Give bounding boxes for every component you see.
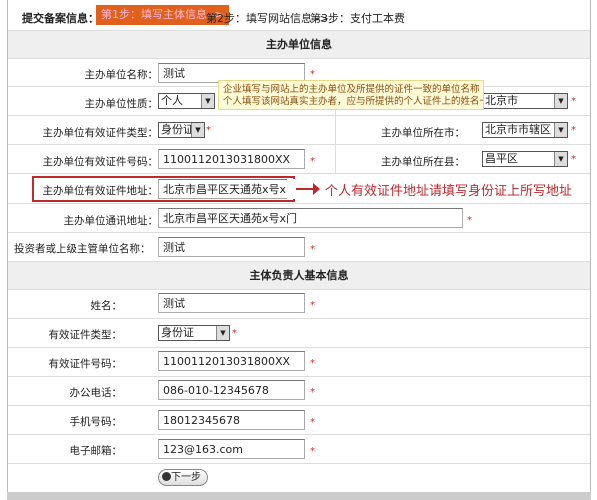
tooltip-line-2: 个人填写该网站真实主办者，应与所提供的个人证件上的姓名一致: [223, 96, 484, 107]
required-mark: *: [310, 417, 315, 428]
person-cert-type-label: 有效证件类型：: [48, 329, 123, 341]
required-mark: *: [571, 125, 576, 136]
step-3: 第3步：支付工本费: [310, 12, 405, 25]
unit-mail-addr-input[interactable]: 北京市昌平区天通苑x号x门: [158, 208, 463, 228]
required-mark: *: [571, 154, 576, 165]
steps-title: 提交备案信息：: [22, 12, 99, 25]
unit-cert-type-value: 身份证: [161, 123, 194, 136]
unit-county-value: 昌平区: [485, 152, 518, 165]
chevron-down-icon: ▼: [216, 326, 229, 340]
required-mark: *: [467, 215, 472, 226]
chevron-down-icon: ▼: [191, 123, 204, 137]
province-select[interactable]: 北京市 ▼: [482, 93, 568, 109]
unit-cert-no-input[interactable]: 1100112013031800XX: [158, 149, 305, 169]
required-mark: *: [232, 328, 237, 339]
person-cert-type-value: 身份证: [161, 326, 194, 339]
person-name-label: 姓名：: [90, 300, 123, 312]
chevron-down-icon: ▼: [554, 94, 567, 108]
office-phone-label: 办公电话：: [69, 387, 123, 399]
person-cert-type-select[interactable]: 身份证 ▼: [158, 325, 230, 341]
chevron-down-icon: ▼: [201, 94, 214, 108]
required-mark: *: [571, 96, 576, 107]
steps-bar: 提交备案信息： 第1步：填写主体信息 -> 第2步：填写网站信息 -> 第3步：…: [8, 0, 590, 31]
unit-city-value: 北京市市辖区: [485, 123, 551, 136]
required-mark: *: [310, 300, 315, 311]
tooltip: 企业填写与网站上的主办单位及所提供的证件一致的单位名称 个人填写该网站真实主办者…: [218, 80, 484, 110]
unit-mail-addr-label: 主办单位通讯地址：: [63, 215, 159, 227]
unit-county-label: 主办单位所在县：: [381, 156, 465, 168]
unit-nature-label: 主办单位性质：: [84, 98, 159, 110]
address-annotation: 个人有效证件地址请填写身份证上所写地址: [325, 184, 573, 199]
bottom-bar: [7, 492, 591, 500]
person-cert-no-label: 有效证件号码：: [48, 358, 123, 370]
email-input[interactable]: 123@163.com: [158, 439, 305, 459]
chevron-down-icon: ▼: [554, 152, 567, 166]
mobile-label: 手机号码：: [69, 416, 123, 428]
next-step-label: 下一步: [171, 472, 201, 483]
unit-cert-type-label: 主办单位有效证件类型：: [42, 127, 159, 139]
person-name-input[interactable]: 测试: [158, 293, 305, 313]
unit-nature-select[interactable]: 个人 ▼: [158, 93, 215, 109]
unit-name-label: 主办单位名称：: [84, 69, 159, 81]
required-mark: *: [310, 387, 315, 398]
province-value: 北京市: [485, 94, 518, 107]
annotation-area: 个人有效证件地址请填写身份证上所写地址: [287, 179, 572, 199]
mobile-input[interactable]: 18012345678: [158, 410, 305, 430]
unit-cert-no-label: 主办单位有效证件号码：: [42, 156, 159, 168]
unit-cert-addr-label: 主办单位有效证件地址：: [42, 185, 159, 197]
office-phone-input[interactable]: 086-010-12345678: [158, 380, 305, 400]
play-icon: [162, 472, 171, 481]
section-header-person: 主体负责人基本信息: [8, 262, 590, 290]
section-header-unit: 主办单位信息: [8, 31, 590, 59]
arrow-head-icon: [313, 183, 320, 195]
arrow-icon: [296, 188, 314, 190]
unit-city-label: 主办单位所在市：: [381, 127, 465, 139]
investor-input[interactable]: 测试: [158, 237, 305, 257]
tooltip-line-1: 企业填写与网站上的主办单位及所提供的证件一致的单位名称: [223, 84, 480, 95]
chevron-down-icon: ▼: [554, 123, 567, 137]
investor-label: 投资者或上级主管单位名称：: [14, 243, 151, 255]
required-mark: *: [310, 446, 315, 457]
unit-city-select[interactable]: 北京市市辖区 ▼: [482, 122, 568, 138]
required-mark: *: [310, 156, 315, 167]
next-step-button[interactable]: 下一步: [158, 469, 208, 486]
person-cert-no-input[interactable]: 1100112013031800XX: [158, 351, 305, 371]
required-mark: *: [310, 244, 315, 255]
unit-nature-value: 个人: [161, 94, 183, 107]
required-mark: *: [310, 358, 315, 369]
required-mark: *: [206, 125, 211, 136]
email-label: 电子邮箱：: [69, 445, 123, 457]
unit-cert-type-select[interactable]: 身份证 ▼: [158, 122, 205, 138]
unit-county-select[interactable]: 昌平区 ▼: [482, 151, 568, 167]
required-mark: *: [310, 69, 315, 80]
